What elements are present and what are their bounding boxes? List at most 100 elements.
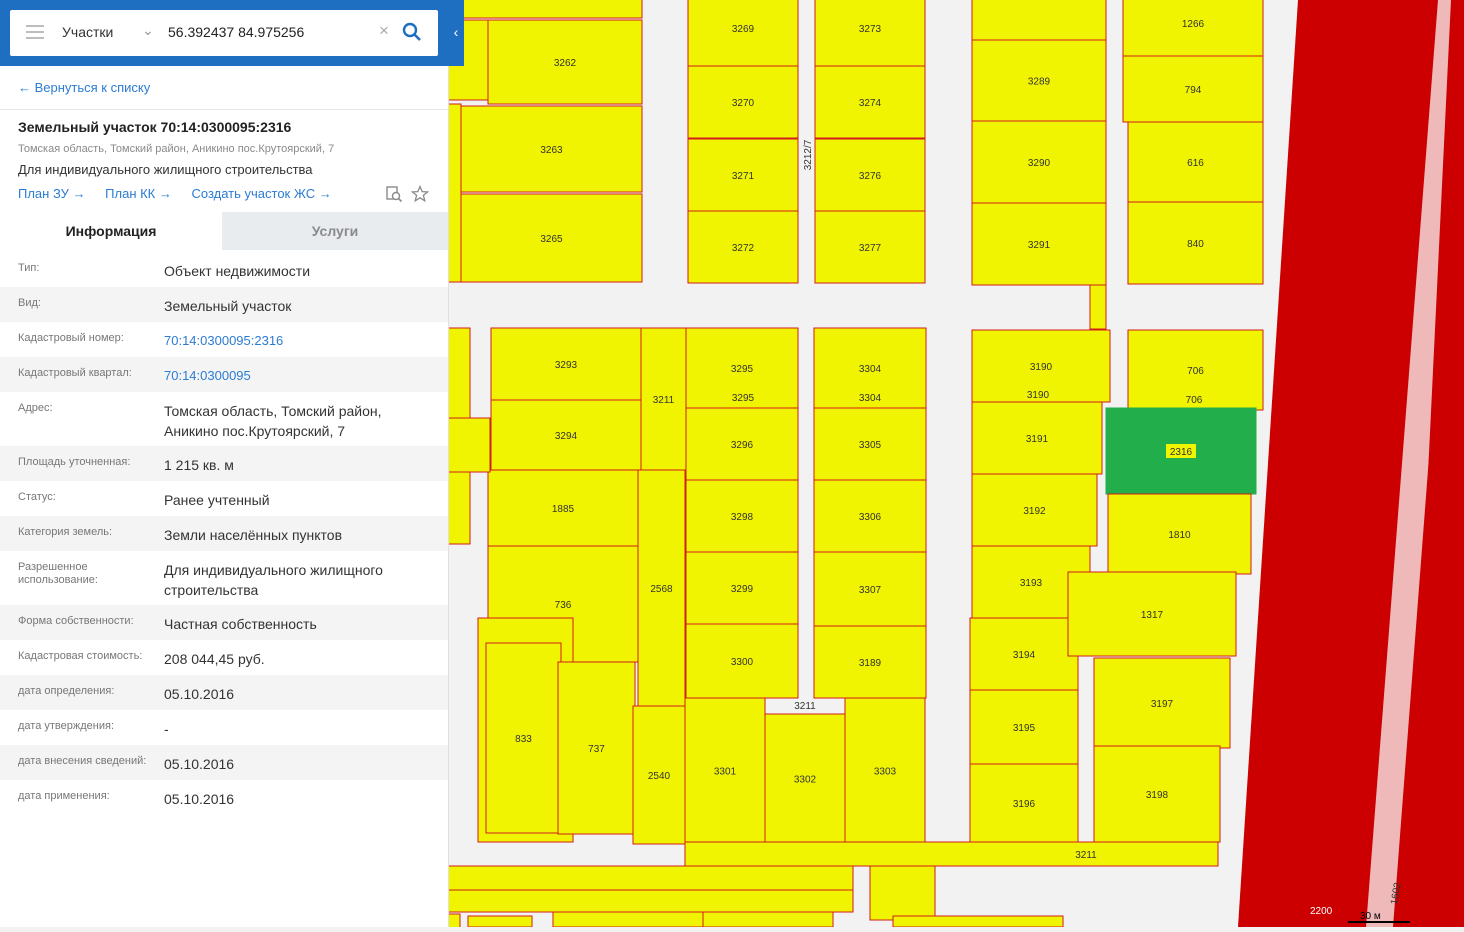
info-value: Томская область, Томский район, Аникино … (164, 403, 382, 439)
info-row: Статус: Ранее учтенный (0, 481, 448, 516)
road-label: 3212/7 (803, 139, 814, 170)
clear-icon[interactable]: × (379, 21, 389, 41)
star-icon[interactable] (411, 185, 429, 203)
map-canvas[interactable]: 22001602 3262326332653269327032713272327… (447, 0, 1464, 929)
parcel-label: 3273 (859, 24, 882, 35)
info-label: Статус: (18, 491, 56, 503)
search-icon[interactable] (402, 22, 422, 42)
parcel-label: 3303 (874, 767, 897, 778)
parcel[interactable] (971, 0, 1107, 41)
parcel[interactable] (702, 911, 834, 928)
parcel[interactable] (869, 865, 936, 921)
parcel[interactable] (447, 889, 854, 913)
info-label: Кадастровая стоимость: (18, 650, 143, 662)
parcel-label: 3211 (653, 395, 675, 406)
info-value: 1 215 кв. м (164, 457, 234, 473)
info-row: дата применения: 05.10.2016 (0, 780, 448, 815)
info-panel: Участки ⌄ 56.392437 84.975256 × ← Вернут… (0, 0, 448, 927)
parcel-label: 3305 (859, 440, 882, 451)
info-row: Кадастровая стоимость: 208 044,45 руб. (0, 640, 448, 675)
menu-icon[interactable] (26, 25, 44, 41)
parcel-label: 3194 (1013, 650, 1036, 661)
tab-information[interactable]: Информация (0, 212, 222, 250)
cadastral-map[interactable]: 2200 1602 3262 3263 3265 3269 3270 3271 3272 327… (447, 0, 1464, 929)
info-label: Кадастровый номер: (18, 332, 124, 344)
parcel-label: 3193 (1020, 578, 1043, 589)
info-row: Адрес: Томская область, Томский район, Ан… (0, 392, 448, 446)
parcel-label: 3262 (554, 58, 577, 69)
parcel[interactable] (1089, 284, 1107, 330)
parcel-label: 3302 (794, 775, 817, 786)
info-label: Адрес: (18, 402, 53, 414)
parcel-label: 3272 (732, 243, 755, 254)
info-label: дата внесения сведений: (18, 755, 147, 767)
parcel-label: 3298 (731, 512, 754, 523)
divider (0, 109, 448, 110)
parcel-label: 616 (1187, 158, 1204, 169)
parcel-label: 3196 (1013, 799, 1036, 810)
object-links: План ЗУ → План КК → Создать участок ЖС → (18, 186, 348, 201)
back-to-list-link[interactable]: ← Вернуться к списку (18, 80, 150, 95)
create-parcel-link[interactable]: Создать участок ЖС → (192, 186, 332, 201)
info-value: 05.10.2016 (164, 686, 235, 702)
tabs: Информация Услуги (0, 212, 448, 250)
info-row: Кадастровый номер: 70:14:0300095:2316 (0, 322, 448, 357)
parcel[interactable] (459, 0, 643, 19)
scale-label: 30 м (1360, 911, 1381, 922)
info-value[interactable]: 70:14:0300095 (164, 366, 434, 386)
parcel[interactable] (447, 865, 854, 891)
parcel-label: 3304 (859, 364, 882, 375)
parcel[interactable] (447, 417, 491, 473)
parcel-label: 3304 (859, 393, 882, 404)
parcel-label: 2540 (648, 771, 671, 782)
parcel-label: 3295 (731, 364, 754, 375)
search-type-dropdown[interactable]: Участки (62, 24, 113, 40)
parcel-label: 3190 (1027, 390, 1050, 401)
chevron-down-icon[interactable]: ⌄ (142, 22, 154, 39)
info-label: Форма собственности: (18, 615, 134, 627)
parcel-label: 3189 (859, 658, 882, 669)
zone-label: 2200 (1310, 906, 1333, 917)
info-value[interactable]: 70:14:0300095:2316 (164, 331, 434, 351)
parcel[interactable] (467, 915, 533, 928)
search-document-icon[interactable] (385, 185, 403, 203)
parcel-label: 3190 (1030, 362, 1053, 373)
plan-zu-link[interactable]: План ЗУ → (18, 186, 86, 201)
search-bar: Участки ⌄ 56.392437 84.975256 × (0, 0, 448, 66)
parcel-label: 3291 (1028, 240, 1051, 251)
parcel-label: 3295 (732, 393, 755, 404)
info-row: Разрешенное использование: Для индивидуал… (0, 551, 448, 605)
parcel[interactable] (552, 911, 704, 928)
parcel-label: 3299 (731, 584, 754, 595)
info-table: Тип: Объект недвижимости Вид: Земельный уча… (0, 252, 448, 815)
parcel-label: 3293 (555, 360, 578, 371)
parcel-label: 3307 (859, 585, 882, 596)
object-purpose: Для индивидуального жилищного строительс… (18, 162, 313, 177)
info-row: дата внесения сведений: 05.10.2016 (0, 745, 448, 780)
search-box: Участки ⌄ 56.392437 84.975256 × (10, 10, 438, 56)
parcel[interactable] (447, 103, 462, 283)
info-value: 208 044,45 руб. (164, 651, 265, 667)
info-label: Тип: (18, 262, 40, 274)
parcel-label: 3195 (1013, 723, 1036, 734)
parcel[interactable] (447, 913, 461, 929)
parcel[interactable] (447, 471, 471, 545)
info-label: дата утверждения: (18, 720, 115, 732)
parcels-layer (447, 0, 1264, 929)
parcel[interactable] (892, 915, 1064, 928)
search-input[interactable]: 56.392437 84.975256 (168, 24, 304, 40)
tab-services[interactable]: Услуги (222, 212, 448, 250)
object-title: Земельный участок 70:14:0300095:2316 (18, 119, 292, 135)
collapse-panel-button[interactable]: ‹ (448, 0, 464, 66)
info-label: Кадастровый квартал: (18, 367, 132, 379)
parcel[interactable] (447, 327, 471, 419)
info-label: дата определения: (18, 685, 115, 697)
parcel-label: 737 (588, 744, 605, 755)
parcel-label: 3277 (859, 243, 882, 254)
parcel[interactable] (684, 841, 1219, 867)
parcel-label: 3271 (732, 171, 755, 182)
parcel-label: 1810 (1168, 530, 1191, 541)
info-row: Тип: Объект недвижимости (0, 252, 448, 287)
parcel-label: 833 (515, 734, 532, 745)
plan-kk-link[interactable]: План КК → (105, 186, 172, 201)
